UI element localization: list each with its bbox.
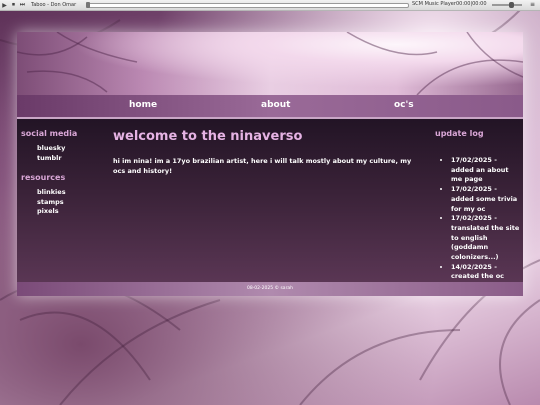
- update-item: 17/02/2025 - added an about me page: [451, 156, 521, 185]
- update-item: 17/02/2025 - translated the site to engl…: [451, 214, 521, 263]
- resources-list: blinkies stamps pixels: [37, 188, 111, 217]
- social-media-heading: social media: [21, 129, 78, 138]
- resource-link-pixels[interactable]: pixels: [37, 207, 111, 217]
- resource-link-stamps[interactable]: stamps: [37, 198, 111, 208]
- stop-icon[interactable]: ⏹: [9, 1, 18, 9]
- page-title: welcome to the ninaverso: [113, 129, 303, 144]
- intro-text: hi im nina! im a 17yo brazilian artist, …: [113, 157, 412, 175]
- resource-link-blinkies[interactable]: blinkies: [37, 188, 111, 198]
- volume-handle[interactable]: [509, 2, 514, 8]
- next-track-icon[interactable]: ⏭: [18, 1, 27, 9]
- banner-palm-icon: [17, 32, 523, 96]
- update-item: 17/02/2025 - added some trivia for my oc: [451, 185, 521, 214]
- site-frame: home about oc's social media bluesky tum…: [17, 32, 523, 296]
- update-list: 17/02/2025 - added an about me page 17/0…: [429, 156, 521, 292]
- nav-home-link[interactable]: home: [129, 100, 157, 110]
- main-content: welcome to the ninaverso hi im nina! im …: [113, 129, 413, 176]
- nav-ocs-link[interactable]: oc's: [394, 100, 414, 110]
- volume-slider[interactable]: [492, 4, 522, 6]
- play-icon[interactable]: ▶: [0, 1, 9, 9]
- sidebar: social media bluesky tumblr resources bl…: [21, 129, 111, 227]
- header-banner: [17, 32, 523, 96]
- music-player-bar: ▶ ⏹ ⏭ Taboo - Don Omar SCM Music Player …: [0, 0, 540, 11]
- nav-about-link[interactable]: about: [261, 100, 290, 110]
- seek-bar[interactable]: [87, 3, 409, 8]
- player-time: 00:00|00:00: [456, 1, 487, 7]
- menu-icon[interactable]: ≡: [530, 1, 535, 8]
- update-log-heading: update log: [435, 129, 484, 138]
- resources-heading: resources: [21, 173, 66, 182]
- track-title: Taboo - Don Omar: [31, 2, 77, 8]
- nav-bar: home about oc's: [17, 95, 523, 119]
- social-link-tumblr[interactable]: tumblr: [37, 154, 111, 164]
- social-media-list: bluesky tumblr: [37, 144, 111, 163]
- seek-handle[interactable]: [86, 2, 90, 8]
- player-name: SCM Music Player: [412, 1, 456, 7]
- footer: 08-02-2025 © sarah: [17, 282, 523, 296]
- content-area: social media bluesky tumblr resources bl…: [17, 119, 523, 290]
- update-log: update log 17/02/2025 - added an about m…: [429, 129, 521, 292]
- social-link-bluesky[interactable]: bluesky: [37, 144, 111, 154]
